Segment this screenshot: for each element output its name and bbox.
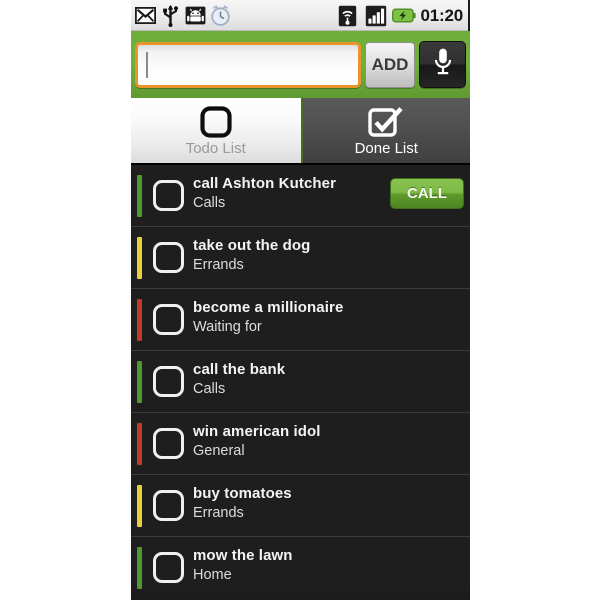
tab-done-list[interactable]: Done List xyxy=(300,98,470,163)
unchecked-checkbox-icon xyxy=(199,103,233,141)
new-task-input[interactable] xyxy=(138,44,358,85)
android-icon xyxy=(183,3,207,28)
task-category: General xyxy=(193,443,245,459)
todo-list-item[interactable]: become a millionaire Waiting for xyxy=(131,289,470,351)
task-category: Calls xyxy=(193,195,226,211)
task-title: mow the lawn xyxy=(193,547,293,564)
status-bar-left-icons xyxy=(131,3,232,28)
task-title: call the bank xyxy=(193,361,286,378)
task-title: call Ashton Kutcher xyxy=(193,175,337,192)
call-button[interactable]: CALL xyxy=(390,178,464,209)
entry-bar: ADD xyxy=(131,31,470,98)
signal-icon xyxy=(364,3,388,28)
task-title: become a millionaire xyxy=(193,299,344,316)
phone-screen: 01:20 ADD Todo List Done List call Ashto… xyxy=(131,0,470,600)
task-category: Errands xyxy=(193,257,244,273)
tab-todo-list[interactable]: Todo List xyxy=(131,98,301,163)
priority-indicator xyxy=(137,361,142,403)
tab-todo-list-label: Todo List xyxy=(185,140,246,157)
task-category: Home xyxy=(193,567,232,583)
priority-indicator xyxy=(137,423,142,465)
todo-list-item[interactable]: mow the lawn Home xyxy=(131,537,470,590)
todo-list-item[interactable]: win american idol General xyxy=(131,413,470,475)
task-text-group: call Ashton Kutcher Calls xyxy=(193,174,374,213)
alarm-clock-icon xyxy=(208,3,232,28)
new-task-input-wrapper[interactable] xyxy=(135,41,361,88)
status-bar: 01:20 xyxy=(131,0,468,31)
screenshot-canvas: 01:20 ADD Todo List Done List call Ashto… xyxy=(0,0,600,600)
todo-list-item[interactable]: call the bank Calls xyxy=(131,351,470,413)
priority-indicator xyxy=(137,485,142,527)
usb-icon xyxy=(158,3,182,28)
task-checkbox[interactable] xyxy=(153,552,184,583)
wifi-icon xyxy=(336,3,360,28)
task-checkbox[interactable] xyxy=(153,180,184,211)
task-title: win american idol xyxy=(193,423,321,440)
task-text-group: win american idol General xyxy=(193,422,374,461)
todo-list-item[interactable]: take out the dog Errands xyxy=(131,227,470,289)
task-checkbox[interactable] xyxy=(153,490,184,521)
microphone-icon xyxy=(431,46,455,83)
priority-indicator xyxy=(137,175,142,217)
task-text-group: become a millionaire Waiting for xyxy=(193,298,374,337)
task-title: take out the dog xyxy=(193,237,311,254)
task-text-group: mow the lawn Home xyxy=(193,546,374,585)
priority-indicator xyxy=(137,299,142,341)
task-category: Waiting for xyxy=(193,319,262,335)
add-button[interactable]: ADD xyxy=(365,41,415,88)
task-checkbox[interactable] xyxy=(153,242,184,273)
gmail-icon xyxy=(133,3,157,28)
battery-charging-icon xyxy=(391,3,416,28)
todo-list[interactable]: call Ashton Kutcher Calls CALL take out the… xyxy=(131,165,470,590)
task-text-group: take out the dog Errands xyxy=(193,236,374,275)
task-checkbox[interactable] xyxy=(153,366,184,397)
todo-list-item[interactable]: buy tomatoes Errands xyxy=(131,475,470,537)
task-text-group: call the bank Calls xyxy=(193,360,374,399)
tab-bar: Todo List Done List xyxy=(131,98,470,165)
text-caret xyxy=(146,51,148,78)
task-text-group: buy tomatoes Errands xyxy=(193,484,374,523)
task-category: Calls xyxy=(193,381,226,397)
tab-done-list-label: Done List xyxy=(354,140,418,157)
task-checkbox[interactable] xyxy=(153,428,184,459)
checked-checkbox-icon xyxy=(367,103,405,141)
priority-indicator xyxy=(137,237,142,279)
task-checkbox[interactable] xyxy=(153,304,184,335)
task-title: buy tomatoes xyxy=(193,485,292,502)
task-category: Errands xyxy=(193,505,244,521)
todo-list-item[interactable]: call Ashton Kutcher Calls CALL xyxy=(131,165,470,227)
voice-input-button[interactable] xyxy=(419,41,466,88)
priority-indicator xyxy=(137,547,142,589)
status-bar-right-icons: 01:20 xyxy=(336,0,465,31)
status-bar-clock: 01:20 xyxy=(420,5,464,25)
